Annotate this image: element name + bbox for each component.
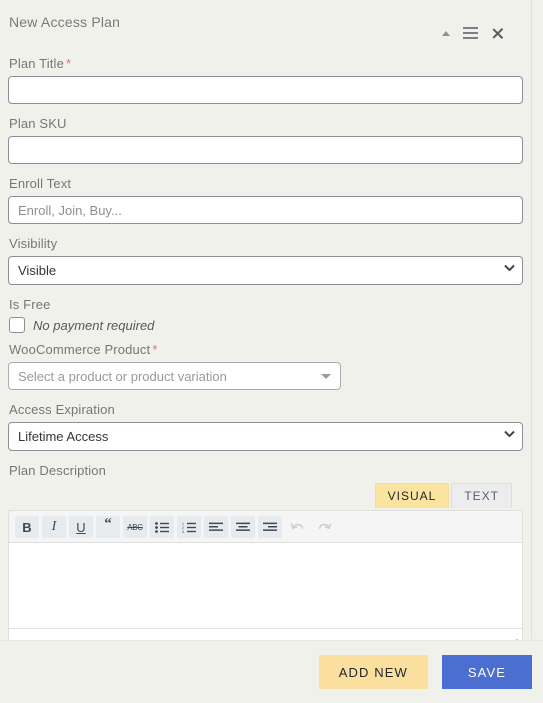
visibility-label: Visibility xyxy=(9,236,58,251)
field-is-free: Is Free No payment required xyxy=(8,297,523,333)
is-free-checkbox[interactable] xyxy=(9,317,25,333)
save-button[interactable]: SAVE xyxy=(441,655,532,689)
field-plan-title: Plan Title * xyxy=(8,56,523,104)
field-woocommerce-product: WooCommerce Product * Select a product or… xyxy=(8,342,523,390)
panel-right-divider xyxy=(531,0,532,639)
visibility-select-wrap: Visible xyxy=(8,256,523,285)
woocommerce-product-label: WooCommerce Product * xyxy=(9,342,523,357)
woocommerce-product-select[interactable]: Select a product or product variation xyxy=(8,362,341,390)
field-plan-description: Plan Description xyxy=(8,463,523,478)
is-free-checkbox-label: No payment required xyxy=(33,317,155,333)
ordered-list-icon[interactable]: 1 2 3 xyxy=(177,516,201,538)
plan-title-label: Plan Title * xyxy=(9,56,523,71)
close-button[interactable] xyxy=(491,26,505,40)
caret-down-icon xyxy=(321,374,331,379)
unordered-list-icon[interactable] xyxy=(150,516,174,538)
add-new-button[interactable]: ADD NEW xyxy=(318,655,428,689)
is-free-label: Is Free xyxy=(9,297,51,312)
plan-sku-input[interactable] xyxy=(8,136,523,164)
access-plan-form: Plan Title* Plan SKU Enroll Text Visibil… xyxy=(8,56,523,656)
drag-handle-icon xyxy=(463,27,478,39)
enroll-text-label: Enroll Text xyxy=(9,176,72,191)
drag-handle-button[interactable] xyxy=(463,27,478,39)
tab-text[interactable]: TEXT xyxy=(451,483,512,508)
is-free-check-row: No payment required xyxy=(9,317,523,333)
align-left-icon[interactable] xyxy=(204,516,228,538)
footer-actions: ADD NEW SAVE xyxy=(0,641,543,703)
panel-header: New Access Plan xyxy=(8,0,523,56)
plan-title-required-marker: * xyxy=(65,56,72,71)
access-expiration-select-wrap: Lifetime Access xyxy=(8,422,523,451)
underline-icon[interactable]: U xyxy=(69,516,93,538)
plan-title-input[interactable] xyxy=(8,76,523,104)
editor-shell: B I U “ ABC 1 2 3 xyxy=(8,510,523,656)
access-expiration-label: Access Expiration xyxy=(9,402,115,417)
strikethrough-icon[interactable]: ABC xyxy=(123,516,147,538)
panel-footer: ADD NEW SAVE xyxy=(0,640,543,703)
align-right-icon[interactable] xyxy=(258,516,282,538)
access-plan-panel: New Access Plan Plan Title * Plan SKU En… xyxy=(0,0,531,656)
redo-icon[interactable] xyxy=(312,516,336,538)
visibility-select[interactable]: Visible xyxy=(8,256,523,285)
woocommerce-product-required-marker: * xyxy=(152,342,158,357)
close-icon xyxy=(491,26,505,40)
collapse-toggle-icon xyxy=(442,30,450,36)
field-enroll-text: Enroll Text xyxy=(8,176,523,224)
woocommerce-product-placeholder: Select a product or product variation xyxy=(18,368,227,384)
field-visibility: Visibility Visible xyxy=(8,236,523,285)
plan-sku-label: Plan SKU xyxy=(9,116,67,131)
field-access-expiration: Access Expiration Lifetime Access xyxy=(8,402,523,451)
italic-icon[interactable]: I xyxy=(42,516,66,538)
align-center-icon[interactable] xyxy=(231,516,255,538)
editor-toolbar: B I U “ ABC 1 2 3 xyxy=(9,511,522,543)
rich-text-editor: VISUAL TEXT B I U “ ABC 1 2 3 xyxy=(8,483,523,656)
field-plan-sku: Plan SKU xyxy=(8,116,523,164)
collapse-toggle-button[interactable] xyxy=(442,30,450,36)
undo-icon[interactable] xyxy=(285,516,309,538)
woocommerce-product-label-text: WooCommerce Product xyxy=(9,342,151,357)
plan-description-label: Plan Description xyxy=(9,463,107,478)
enroll-text-input[interactable] xyxy=(8,196,523,224)
blockquote-icon[interactable]: “ xyxy=(96,516,120,538)
panel-header-actions xyxy=(442,26,505,40)
editor-content-area[interactable] xyxy=(9,543,522,628)
tab-visual[interactable]: VISUAL xyxy=(374,483,450,508)
svg-text:3: 3 xyxy=(182,530,184,533)
plan-title-label-text: Plan Title xyxy=(9,56,64,71)
bold-icon[interactable]: B xyxy=(15,516,39,538)
editor-tabs: VISUAL TEXT xyxy=(8,483,523,508)
access-expiration-select[interactable]: Lifetime Access xyxy=(8,422,523,451)
